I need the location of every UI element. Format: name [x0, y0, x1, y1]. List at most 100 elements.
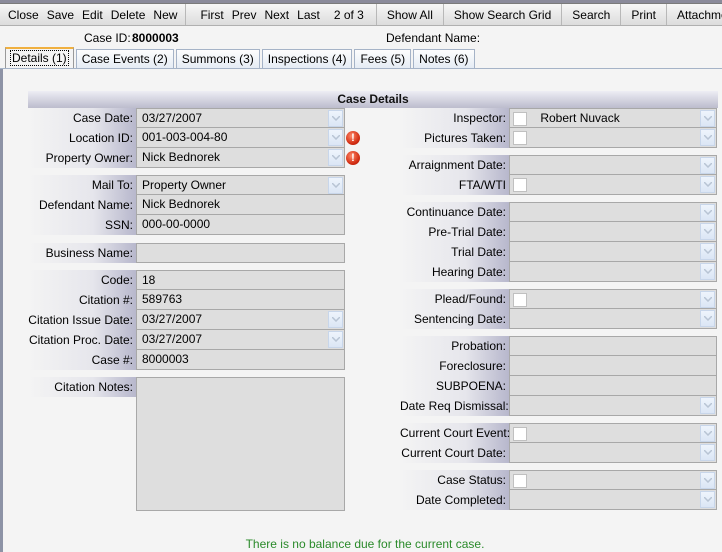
trial-date-field[interactable]	[509, 242, 717, 262]
prev-button[interactable]: Prev	[228, 8, 261, 22]
citation-number-field[interactable]: 589763	[136, 290, 345, 310]
date-completed-dropdown-button[interactable]	[700, 491, 715, 508]
date-req-dismissal-field[interactable]	[509, 396, 717, 416]
toolbar-print-group: Print	[621, 4, 667, 25]
location-id-field[interactable]: 001-003-004-80	[136, 128, 345, 148]
case-status-dropdown-button[interactable]	[700, 472, 715, 489]
balance-status-message: There is no balance due for the current …	[245, 537, 485, 551]
pre-trial-date-field[interactable]	[509, 222, 717, 242]
case-date-field[interactable]: 03/27/2007	[136, 108, 345, 128]
mail-to-field[interactable]: Property Owner	[136, 175, 345, 195]
current-court-event-dropdown-button[interactable]	[700, 425, 715, 442]
mail-to-dropdown-button[interactable]	[328, 177, 343, 194]
citation-notes-group: Citation Notes:	[28, 377, 345, 511]
property-owner-warning-icon[interactable]: !	[346, 151, 360, 165]
current-court-event-field[interactable]	[509, 423, 717, 443]
citation-issue-date-row: Citation Issue Date: 03/27/2007	[28, 310, 345, 330]
tab-fees[interactable]: Fees (5)	[354, 49, 412, 69]
tab-case-events[interactable]: Case Events (2)	[75, 49, 174, 69]
plead-found-dropdown-button[interactable]	[700, 291, 715, 308]
citation-notes-textarea[interactable]	[136, 377, 345, 511]
current-court-date-field[interactable]	[509, 443, 717, 463]
date-completed-field[interactable]	[509, 490, 717, 510]
status-group: Case Status: Date Completed:	[400, 470, 717, 510]
hearing-date-field[interactable]	[509, 262, 717, 282]
delete-button[interactable]: Delete	[107, 8, 150, 22]
pre-trial-date-dropdown-button[interactable]	[700, 223, 715, 240]
continuance-date-field[interactable]	[509, 202, 717, 222]
probation-field[interactable]	[509, 336, 717, 356]
property-owner-field[interactable]: Nick Bednorek	[136, 148, 345, 168]
sentencing-date-dropdown-button[interactable]	[700, 310, 715, 327]
edit-button[interactable]: Edit	[78, 8, 107, 22]
ssn-row: SSN: 000-00-0000	[28, 215, 345, 235]
case-date-dropdown-button[interactable]	[328, 110, 343, 127]
save-button[interactable]: Save	[43, 8, 78, 22]
inspector-field[interactable]: Robert Nuvack	[509, 108, 717, 128]
current-court-date-dropdown-button[interactable]	[700, 444, 715, 461]
property-owner-dropdown-button[interactable]	[328, 149, 343, 166]
sentencing-date-label: Sentencing Date:	[400, 309, 509, 329]
new-button[interactable]: New	[149, 8, 181, 22]
pictures-taken-field[interactable]	[509, 128, 717, 148]
attachments-button[interactable]: Attachments	[671, 8, 722, 22]
tab-inspections[interactable]: Inspections (4)	[261, 49, 353, 69]
case-info-group: Case Date: 03/27/2007 Location ID: 001-0…	[28, 108, 345, 168]
date-req-dismissal-dropdown-button[interactable]	[700, 397, 715, 414]
section-header-case-details: Case Details	[28, 91, 718, 108]
current-court-event-row: Current Court Event:	[400, 423, 717, 443]
trial-date-dropdown-button[interactable]	[700, 243, 715, 260]
location-id-warning-icon[interactable]: !	[346, 131, 360, 145]
plead-found-field[interactable]	[509, 289, 717, 309]
sentencing-date-row: Sentencing Date:	[400, 309, 717, 329]
code-field[interactable]: 18	[136, 270, 345, 290]
case-status-row: Case Status:	[400, 470, 717, 490]
arraignment-date-dropdown-button[interactable]	[700, 157, 715, 174]
location-id-dropdown-button[interactable]	[328, 129, 343, 146]
arraignment-date-field[interactable]	[509, 155, 717, 175]
hearing-date-dropdown-button[interactable]	[700, 263, 715, 280]
show-all-button[interactable]: Show All	[381, 8, 439, 22]
show-search-grid-button[interactable]: Show Search Grid	[448, 8, 557, 22]
case-id-label: Case ID:	[84, 31, 131, 45]
last-button[interactable]: Last	[293, 8, 324, 22]
subpoena-field[interactable]	[509, 376, 717, 396]
next-button[interactable]: Next	[260, 8, 293, 22]
mail-to-row: Mail To: Property Owner	[28, 175, 345, 195]
defendant-name-value: Nick Bednorek	[142, 197, 221, 211]
citation-issue-date-dropdown-button[interactable]	[328, 311, 343, 328]
defendant-name-field[interactable]: Nick Bednorek	[136, 195, 345, 215]
case-number-field[interactable]: 8000003	[136, 350, 345, 370]
print-button[interactable]: Print	[625, 8, 662, 22]
case-status-field[interactable]	[509, 470, 717, 490]
location-id-value: 001-003-004-80	[142, 130, 228, 144]
chevron-down-icon	[331, 317, 340, 322]
continuance-date-dropdown-button[interactable]	[700, 204, 715, 221]
fta-wti-dropdown-button[interactable]	[700, 176, 715, 193]
fta-wti-field[interactable]	[509, 175, 717, 195]
pictures-taken-dropdown-button[interactable]	[700, 129, 715, 146]
business-name-field[interactable]	[136, 243, 345, 263]
search-button[interactable]: Search	[566, 8, 616, 22]
citation-proc-date-value: 03/27/2007	[142, 332, 203, 346]
tab-summons[interactable]: Summons (3)	[175, 49, 260, 69]
first-button[interactable]: First	[196, 8, 227, 22]
current-court-date-row: Current Court Date:	[400, 443, 717, 463]
code-value: 18	[142, 273, 156, 287]
chevron-down-icon	[331, 116, 340, 121]
inspector-label: Inspector:	[400, 108, 509, 128]
citation-proc-date-dropdown-button[interactable]	[328, 331, 343, 348]
inspector-dropdown-button[interactable]	[700, 110, 715, 127]
date-completed-row: Date Completed:	[400, 490, 717, 510]
pictures-taken-row: Pictures Taken:	[400, 128, 717, 148]
ssn-field[interactable]: 000-00-0000	[136, 215, 345, 235]
tab-details[interactable]: Details (1)	[5, 47, 74, 69]
citation-issue-date-field[interactable]: 03/27/2007	[136, 310, 345, 330]
disposition-group: Probation: Foreclosure: SUBPOENA: Date R…	[400, 336, 717, 416]
sentencing-date-field[interactable]	[509, 309, 717, 329]
close-button[interactable]: Close	[4, 8, 43, 22]
tab-notes[interactable]: Notes (6)	[413, 49, 475, 69]
foreclosure-field[interactable]	[509, 356, 717, 376]
chevron-down-icon	[703, 229, 712, 234]
citation-proc-date-field[interactable]: 03/27/2007	[136, 330, 345, 350]
